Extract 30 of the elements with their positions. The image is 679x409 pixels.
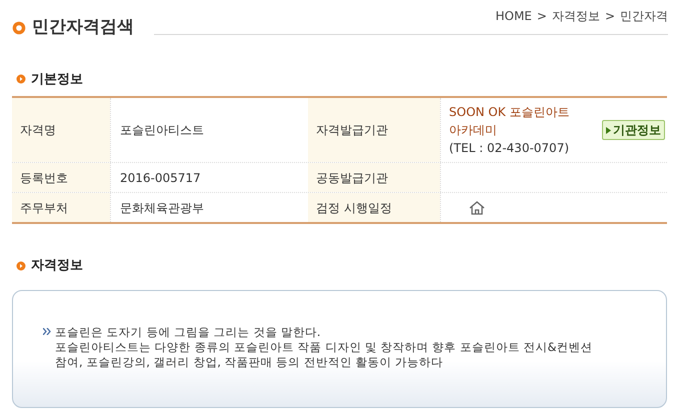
home-icon[interactable] (469, 200, 485, 214)
breadcrumb-link[interactable]: HOME (495, 7, 532, 25)
bullet-icon (16, 74, 26, 84)
field-label: 자격명 (20, 122, 56, 139)
bullet-icon (12, 20, 26, 35)
field-value: 문화체육관광부 (120, 200, 204, 216)
bullet-icon (16, 260, 26, 271)
breadcrumb-link[interactable]: 자격정보 (552, 7, 600, 25)
play-icon (606, 126, 611, 134)
breadcrumb-separator: > (604, 8, 615, 25)
field-label: 등록번호 (20, 170, 68, 186)
breadcrumb-separator: > (536, 8, 547, 25)
double-chevron-icon (43, 328, 51, 334)
description-text: 포슬린은 도자기 등에 그림을 그리는 것을 말한다. (55, 324, 322, 340)
breadcrumb-link[interactable]: 민간자격 (620, 7, 668, 25)
description-text: 참여, 포슬린강의, 갤러리 창업, 작품판매 등의 전반적인 활동이 가능하다 (55, 354, 444, 370)
issuer-name: SOON OK 포슬린아트 (449, 104, 570, 121)
field-label: 주무부처 (20, 200, 68, 216)
page-title: 민간자격검색 (32, 16, 134, 39)
field-label: 검정 시행일정 (316, 200, 392, 216)
section-heading: 기본정보 (31, 70, 83, 88)
issuer-name: 아카데미 (449, 122, 498, 139)
field-label: 자격발급기관 (316, 122, 388, 139)
field-value: 2016-005717 (120, 170, 201, 186)
section-heading: 자격정보 (31, 257, 83, 275)
description-text: 포슬린아티스트는 다양한 종류의 포슬린아트 작품 디자인 및 창작하며 향후 포슬린아트 전시&컨벤션 (55, 340, 593, 354)
field-value: 포슬린아티스트 (120, 122, 204, 139)
institution-info-button[interactable]: 기관정보 (602, 120, 665, 140)
field-label: 공동발급기관 (316, 170, 388, 186)
phone-number: (TEL : 02-430-0707) (449, 140, 570, 157)
